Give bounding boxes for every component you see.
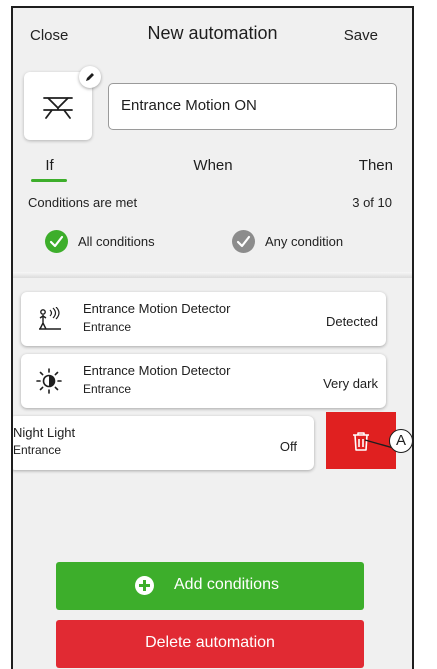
delete-automation-button[interactable]: Delete automation bbox=[56, 620, 364, 668]
add-conditions-label: Add conditions bbox=[174, 576, 279, 593]
plus-circle-icon bbox=[135, 576, 154, 595]
add-conditions-button[interactable]: Add conditions bbox=[56, 562, 364, 610]
phone-frame: Close New automation Save Entrance Motio… bbox=[11, 6, 414, 669]
delete-automation-label: Delete automation bbox=[145, 634, 275, 651]
callout-marker: A bbox=[389, 429, 413, 453]
